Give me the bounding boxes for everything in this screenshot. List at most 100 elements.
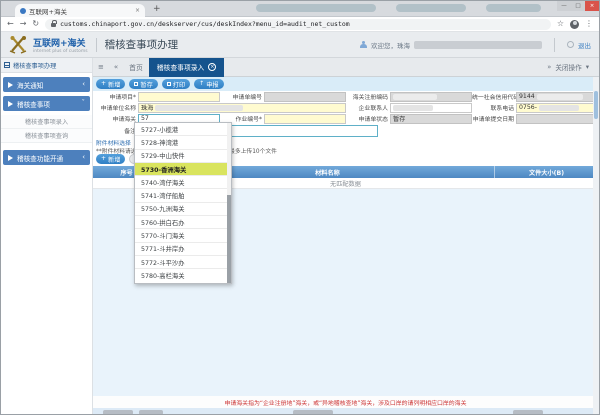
add-button[interactable]: + 新增 [96, 79, 125, 89]
print-button[interactable]: 打印 [162, 79, 190, 89]
refresh-icon[interactable]: ↻ [32, 20, 39, 28]
dropdown-item[interactable]: 5729-中山快件 [135, 150, 231, 163]
tab-close-icon[interactable]: × [135, 7, 140, 14]
tab-home[interactable]: 首页 [123, 58, 149, 77]
browser-window: 互联网+海关 × + — □ × ← → ↻ customs.chinaport… [0, 0, 600, 415]
dropdown-item[interactable]: 5780-高栏海关 [135, 269, 231, 282]
sidebar-subitem-entry[interactable]: 稽核查事项录入 [1, 115, 92, 129]
logout-button[interactable]: 退出 [578, 40, 591, 50]
field-value: 0756- [519, 104, 537, 111]
scrollbar-thumb[interactable] [594, 91, 598, 119]
header-divider [96, 38, 97, 52]
project-input[interactable] [138, 92, 220, 102]
page-title: 稽核查事项办理 [105, 37, 179, 52]
column-header-filesize: 文件大小(B) [495, 166, 598, 178]
redacted-area [139, 410, 163, 415]
close-button[interactable]: × [585, 1, 599, 11]
forward-icon[interactable]: → [20, 20, 27, 28]
dropdown-item[interactable]: 5772-斗平沙办 [135, 256, 231, 269]
dropdown-item[interactable]: 5740-湾仔海关 [135, 176, 231, 189]
back-icon[interactable]: ← [7, 20, 14, 28]
speaker-icon [8, 155, 13, 161]
dropdown-item[interactable]: 5728-神湾港 [135, 136, 231, 149]
content-scrollbar[interactable] [593, 77, 599, 414]
save-button-label: 暂存 [140, 80, 152, 89]
form-toolbar: + 新增 暂存 打印 ↑ 申报 [93, 77, 593, 91]
logout-icon [567, 41, 574, 48]
field-label: 海关注册编码 [346, 92, 390, 101]
user-icon [359, 41, 367, 49]
attachment-add-label: 新增 [108, 155, 120, 164]
hamburger-icon[interactable]: ≡ [98, 64, 104, 71]
close-tab-icon[interactable]: × [208, 63, 216, 71]
site-favicon-icon [20, 8, 26, 14]
reg-code-field [390, 92, 472, 102]
sidebar-title-label: 稽核查事项办理 [13, 61, 56, 70]
declare-button[interactable]: ↑ 申报 [194, 79, 223, 89]
chevron-down-icon: ˇ [82, 100, 86, 107]
dropdown-item[interactable]: 5771-斗井岸办 [135, 243, 231, 256]
bottom-strip [93, 408, 598, 415]
field-label: 备注 [94, 126, 138, 135]
field-label: 联系电话 [472, 103, 516, 112]
lock-icon [51, 23, 56, 27]
field-value: 57 [141, 115, 149, 122]
sidebar-item-audit-matters[interactable]: 稽核查事项 ˇ [3, 96, 90, 111]
bookmark-star-icon[interactable]: ☆ [557, 20, 564, 28]
dropdown-item[interactable]: 5760-拱白石办 [135, 216, 231, 229]
new-tab-button[interactable]: + [153, 4, 161, 14]
status-field: 暂存 [390, 114, 472, 124]
company-name-input[interactable]: 珠海 [138, 103, 346, 113]
field-label: 申请单状态 [346, 114, 390, 123]
redacted-value [539, 105, 579, 111]
sidebar-item-function-open[interactable]: 稽核查功能开通 ‹ [3, 150, 90, 165]
url-field[interactable]: customs.chinaport.gov.cn/deskserver/cus/… [45, 19, 551, 30]
kebab-menu-icon[interactable]: ⋮ [585, 20, 593, 28]
sidebar-item-label: 稽核查事项 [17, 99, 50, 109]
dropdown-item-label: 5760-拱白石办 [141, 218, 185, 227]
plus-icon: + [101, 81, 106, 87]
redacted-value [155, 105, 243, 111]
tab-audit-entry-active[interactable]: 稽核查事项录入 × [149, 58, 225, 77]
save-draft-button[interactable]: 暂存 [129, 79, 157, 89]
submit-date-field [516, 114, 598, 124]
sidebar-item-customs-notice[interactable]: 海关通知 ‹ [3, 77, 90, 92]
brand-subtitle: internet plus of customs [33, 49, 88, 54]
job-no-input[interactable] [264, 114, 346, 124]
maximize-button[interactable]: □ [571, 1, 585, 11]
dropdown-scrollbar[interactable] [227, 123, 231, 283]
profile-icon[interactable] [570, 20, 579, 29]
printer-icon [167, 82, 171, 86]
contact-input[interactable] [390, 103, 472, 113]
header-divider [554, 38, 555, 52]
browser-address-bar: ← → ↻ customs.chinaport.gov.cn/deskserve… [1, 17, 599, 32]
content-tab-bar: ≡ « 首页 稽核查事项录入 × » 关闭操作 ▾ [93, 58, 599, 77]
sidebar-subitem-label: 稽核查事项查询 [25, 131, 68, 140]
dropdown-item-selected[interactable]: 5730-香洲海关 [135, 163, 231, 176]
browser-tab[interactable]: 互联网+海关 × [15, 4, 145, 17]
dropdown-item[interactable]: 5727-小榄港 [135, 123, 231, 136]
minimize-button[interactable]: — [557, 1, 571, 11]
sidebar-subitem-query[interactable]: 稽核查事项查询 [1, 129, 92, 143]
dropdown-item[interactable]: 5741-湾仔船舶 [135, 189, 231, 202]
add-button-label: 新增 [108, 80, 120, 89]
dropdown-item[interactable]: 5750-九洲海关 [135, 203, 231, 216]
dropdown-item[interactable]: 5770-斗门海关 [135, 229, 231, 242]
sidebar-item-label: 海关通知 [17, 80, 43, 90]
attachment-add-button[interactable]: + 新增 [96, 154, 125, 164]
redacted-area [103, 410, 133, 415]
phone-input[interactable]: 0756- [516, 103, 598, 113]
brand-block: 互联网+海关 internet plus of customs [33, 36, 88, 54]
dropdown-scrollbar-thumb[interactable] [227, 195, 231, 283]
caret-down-icon: ▾ [586, 63, 589, 71]
print-button-label: 打印 [173, 80, 185, 89]
welcome-text: 欢迎您，珠海 [371, 40, 410, 50]
speaker-icon [8, 101, 13, 107]
expand-tabs-icon[interactable]: » [547, 63, 551, 71]
close-operations-menu[interactable]: 关闭操作 [555, 62, 581, 72]
declare-button-label: 申报 [206, 80, 218, 89]
dropdown-item-label: 5780-高栏海关 [141, 271, 185, 280]
field-label: 统一社会信用代码 [472, 92, 516, 101]
collapse-tabs-icon[interactable]: « [114, 64, 118, 71]
customs-dropdown-list: 5727-小榄港 5728-神湾港 5729-中山快件 5730-香洲海关 57… [134, 122, 232, 284]
